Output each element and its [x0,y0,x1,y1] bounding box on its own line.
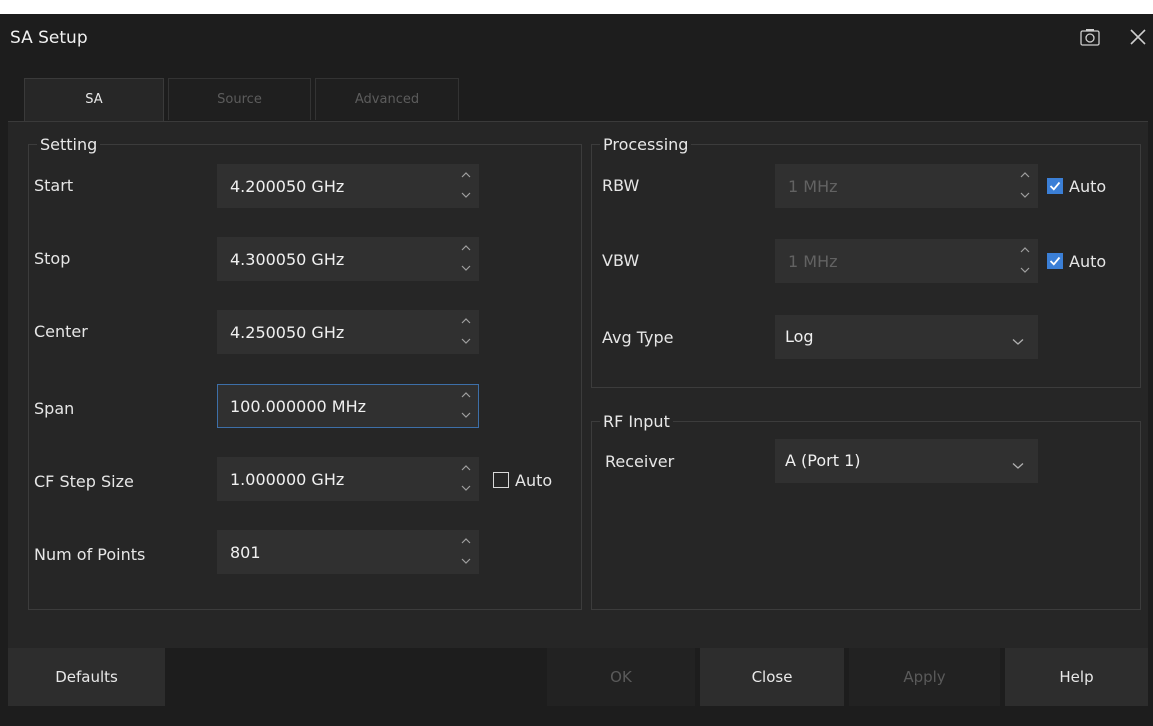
close-icon[interactable] [1127,26,1149,48]
title-bar: SA Setup [0,14,1153,64]
ok-button[interactable]: OK [547,648,695,706]
chevron-down-icon [1012,455,1024,469]
chevron-down-icon [461,412,471,418]
tab-sa[interactable]: SA [24,78,164,122]
avg-type-label: Avg Type [602,328,674,347]
cf-step-size-value: 1.000000 GHz [230,470,345,489]
avg-type-value: Log [785,327,814,346]
rbw-decrement[interactable] [1013,186,1037,208]
receiver-select[interactable]: A (Port 1) [775,439,1038,483]
chevron-up-icon [461,465,471,471]
num-points-increment[interactable] [454,531,478,553]
start-label: Start [34,176,74,195]
start-input[interactable]: 4.200050 GHz [217,164,479,208]
vbw-decrement[interactable] [1013,261,1037,283]
rf-input-legend: RF Input [603,412,670,431]
chevron-up-icon [461,392,471,398]
chevron-down-icon [1020,267,1030,273]
center-label: Center [34,322,88,341]
cf-step-auto-label: Auto [515,471,553,490]
start-value: 4.200050 GHz [230,177,345,196]
rbw-value: 1 MHz [788,177,838,196]
start-increment[interactable] [454,165,478,187]
start-decrement[interactable] [454,186,478,208]
center-value: 4.250050 GHz [230,323,345,342]
help-button[interactable]: Help [1005,648,1148,706]
checkmark-icon [1049,181,1061,191]
chevron-up-icon [461,318,471,324]
num-points-label: Num of Points [34,545,146,564]
close-button[interactable]: Close [700,648,844,706]
chevron-down-icon [461,265,471,271]
setting-legend: Setting [40,135,98,154]
chevron-down-icon [461,485,471,491]
window-title: SA Setup [10,28,88,48]
cf-step-size-label: CF Step Size [34,472,134,491]
vbw-increment[interactable] [1013,240,1037,262]
chevron-up-icon [461,245,471,251]
rbw-auto-checkbox[interactable] [1047,178,1063,194]
processing-legend: Processing [603,135,689,154]
stop-value: 4.300050 GHz [230,250,345,269]
vbw-auto-checkbox[interactable] [1047,253,1063,269]
cf-step-size-decrement[interactable] [454,479,478,501]
avg-type-select[interactable]: Log [775,315,1038,359]
stop-label: Stop [34,249,71,268]
tab-advanced[interactable]: Advanced [315,78,459,120]
chevron-down-icon [461,338,471,344]
rbw-increment[interactable] [1013,165,1037,187]
rbw-input[interactable]: 1 MHz [775,164,1038,208]
vbw-value: 1 MHz [788,252,838,271]
screenshot-icon[interactable] [1080,28,1100,46]
num-points-decrement[interactable] [454,552,478,574]
span-label: Span [34,399,75,418]
rbw-label: RBW [602,176,640,195]
checkmark-icon [1049,256,1061,266]
num-points-input[interactable]: 801 [217,530,479,574]
chevron-down-icon [1020,192,1030,198]
chevron-down-icon [1012,331,1024,345]
center-input[interactable]: 4.250050 GHz [217,310,479,354]
cf-step-auto-checkbox[interactable] [493,472,509,488]
chevron-up-icon [1020,247,1030,253]
apply-button[interactable]: Apply [849,648,1000,706]
span-value: 100.000000 MHz [230,397,367,416]
tab-source[interactable]: Source [168,78,311,120]
stop-decrement[interactable] [454,259,478,281]
span-increment[interactable] [454,385,478,407]
vbw-input[interactable]: 1 MHz [775,239,1038,283]
chevron-up-icon [461,538,471,544]
tab-content-panel: Setting Start 4.200050 GHz Stop 4.300050… [8,121,1148,648]
receiver-label: Receiver [605,452,675,471]
span-decrement[interactable] [454,406,478,428]
rbw-auto-label: Auto [1069,177,1107,196]
defaults-button[interactable]: Defaults [8,648,165,706]
stop-increment[interactable] [454,238,478,260]
cf-step-size-increment[interactable] [454,458,478,480]
center-increment[interactable] [454,311,478,333]
chevron-down-icon [461,558,471,564]
chevron-up-icon [461,172,471,178]
receiver-value: A (Port 1) [785,451,861,470]
num-points-value: 801 [230,543,261,562]
vbw-auto-label: Auto [1069,252,1107,271]
sa-setup-dialog: SA Setup SA Source Advanced Setting Star… [0,14,1153,726]
cf-step-size-input[interactable]: 1.000000 GHz [217,457,479,501]
chevron-up-icon [1020,172,1030,178]
vbw-label: VBW [602,251,640,270]
span-input[interactable]: 100.000000 MHz [217,384,479,428]
stop-input[interactable]: 4.300050 GHz [217,237,479,281]
center-decrement[interactable] [454,332,478,354]
chevron-down-icon [461,192,471,198]
